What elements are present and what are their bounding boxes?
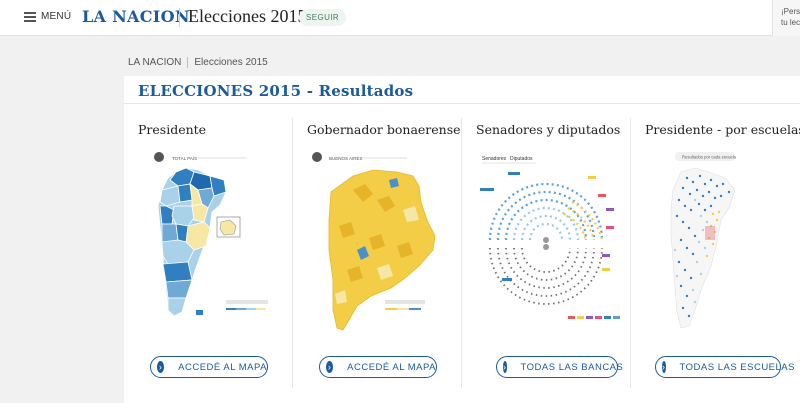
all-seats-button[interactable]: › TODAS LAS BANCAS (496, 356, 623, 378)
all-schools-button[interactable]: › TODAS LAS ESCUELAS (655, 356, 794, 378)
cta-label-gobernador: ACCEDÉ AL MAPA (347, 361, 436, 373)
title-divider (124, 103, 800, 104)
cta-label-legisladores: TODAS LAS BANCAS (520, 361, 624, 373)
breadcrumb: LA NACION Elecciones 2015 (128, 57, 268, 68)
card-legisladores: Senadores y diputados Senadores Diputado… (476, 118, 636, 388)
menu-label: MENÚ (41, 11, 72, 22)
site-logo[interactable]: LA NACION (82, 7, 190, 26)
follow-button[interactable]: SEGUIR (299, 9, 347, 26)
results-card: ELECCIONES 2015 - Resultados Presidente … (124, 76, 800, 403)
card-title-legisladores[interactable]: Senadores y diputados (476, 122, 620, 137)
access-map-button-presidente[interactable]: › ACCEDÉ AL MAPA (150, 356, 268, 378)
breadcrumb-current: Elecciones 2015 (194, 57, 268, 68)
chevron-right-icon: › (503, 361, 507, 373)
chevron-right-icon: › (326, 361, 334, 373)
card-gobernador: Gobernador bonaerense BUENOS AIRES › ACC… (307, 118, 467, 388)
card-title-escuelas[interactable]: Presidente - por escuelas (645, 122, 800, 137)
card-escuelas: Presidente - por escuelas Resultados por… (645, 118, 800, 388)
side-teaser[interactable]: ¡Pers tu lec (772, 0, 800, 36)
header-divider (179, 8, 180, 27)
home-icon (312, 152, 322, 162)
column-divider (292, 118, 293, 388)
cta-label-presidente: ACCEDÉ AL MAPA (178, 361, 267, 373)
argentina-president-map[interactable]: TOTAL PAÍS (138, 150, 298, 345)
card-title-presidente[interactable]: Presidente (138, 122, 206, 137)
page-title: ELECCIONES 2015 - Resultados (138, 82, 414, 100)
thumb-tab-senadores: Senadores (482, 156, 507, 162)
column-divider (630, 118, 631, 388)
card-presidente: Presidente TOTAL PAÍS › ACCEDÉ AL MAPA (138, 118, 298, 388)
column-divider (461, 118, 462, 388)
card-title-gobernador[interactable]: Gobernador bonaerense (307, 122, 461, 137)
chevron-right-icon: › (157, 361, 165, 373)
thumb-caption-escuelas: Resultados por cada escuela (682, 155, 737, 160)
thumb-tab-diputados: Diputados (510, 156, 533, 162)
chevron-right-icon: › (662, 361, 666, 373)
buenos-aires-governor-map[interactable]: BUENOS AIRES (307, 150, 467, 345)
breadcrumb-separator (187, 57, 189, 68)
menu-button[interactable]: MENÚ (24, 11, 71, 22)
hamburger-icon (24, 11, 36, 22)
home-icon (154, 152, 164, 162)
congress-seats-chart[interactable]: Senadores Diputados (476, 150, 636, 345)
thumb-caption-gobernador: BUENOS AIRES (329, 156, 363, 161)
section-title[interactable]: Elecciones 2015 (188, 6, 306, 27)
top-bar: MENÚ LA NACION Elecciones 2015 SEGUIR ¡P… (0, 0, 800, 36)
side-teaser-line2: tu lec (781, 18, 800, 27)
thumb-caption-presidente: TOTAL PAÍS (172, 155, 197, 161)
cta-label-escuelas: TODAS LAS ESCUELAS (679, 361, 795, 373)
breadcrumb-home[interactable]: LA NACION (128, 57, 181, 68)
schools-results-map[interactable]: Resultados por cada escuela (645, 150, 800, 345)
side-teaser-line1: ¡Pers (781, 7, 800, 16)
access-map-button-gobernador[interactable]: › ACCEDÉ AL MAPA (319, 356, 437, 378)
